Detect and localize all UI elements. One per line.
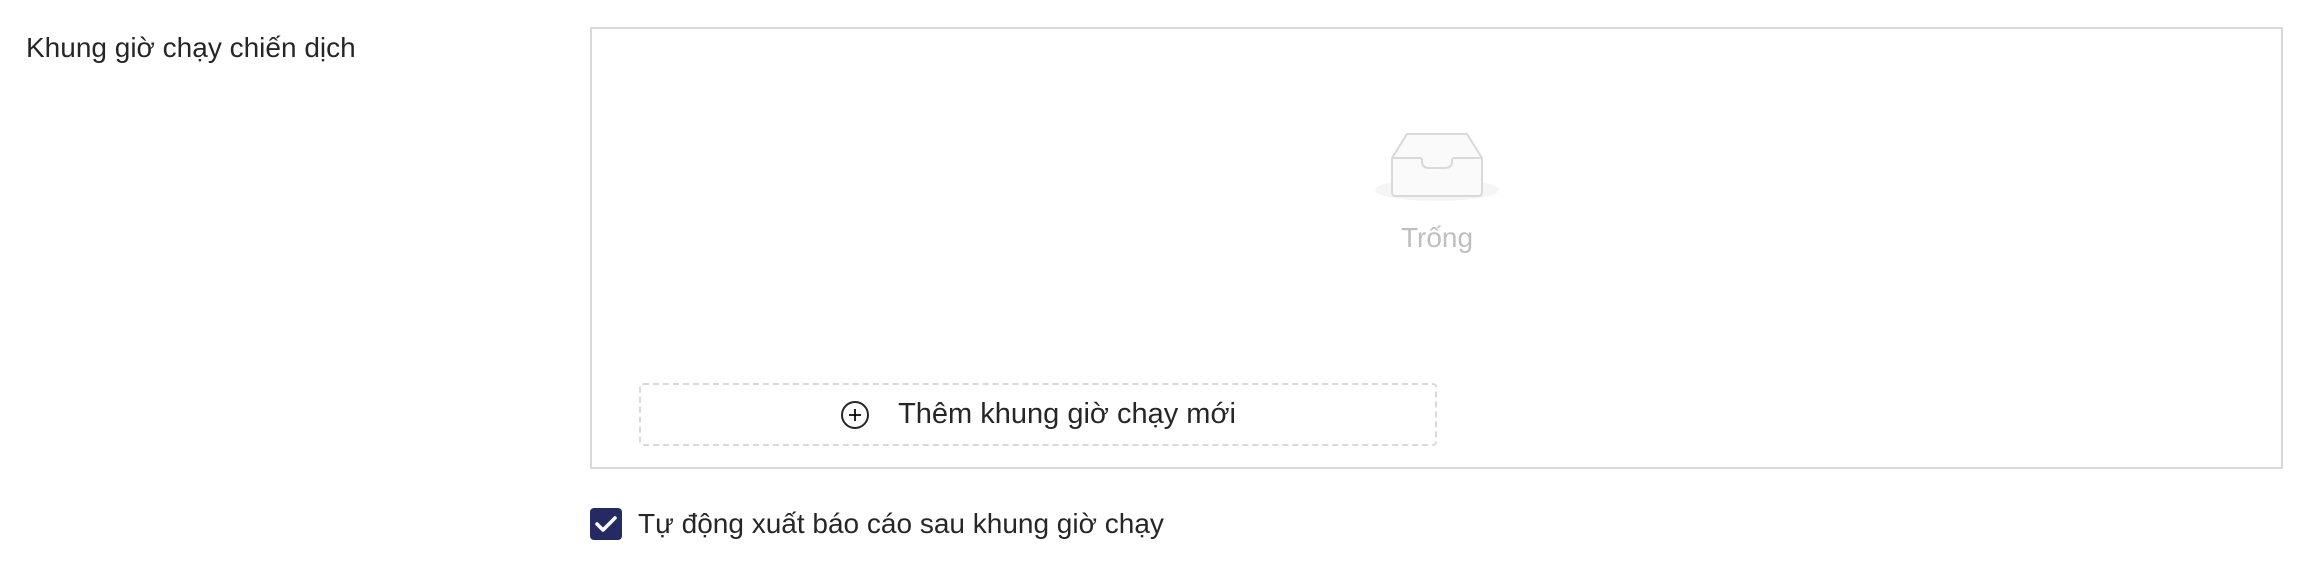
check-icon: [595, 516, 617, 532]
inbox-icon: [1375, 133, 1499, 201]
auto-report-row: Tự động xuất báo cáo sau khung giờ chạy: [590, 506, 1164, 542]
plus-circle-icon: [840, 400, 870, 430]
field-label: Khung giờ chạy chiến dịch: [26, 32, 356, 63]
empty-text: Trống: [1400, 222, 1474, 253]
add-schedule-button[interactable]: Thêm khung giờ chạy mới: [639, 383, 1437, 446]
add-schedule-label: Thêm khung giờ chạy mới: [898, 398, 1236, 430]
auto-report-checkbox[interactable]: [590, 508, 622, 540]
empty-state: Trống: [1374, 122, 1500, 262]
auto-report-label[interactable]: Tự động xuất báo cáo sau khung giờ chạy: [638, 506, 1164, 542]
